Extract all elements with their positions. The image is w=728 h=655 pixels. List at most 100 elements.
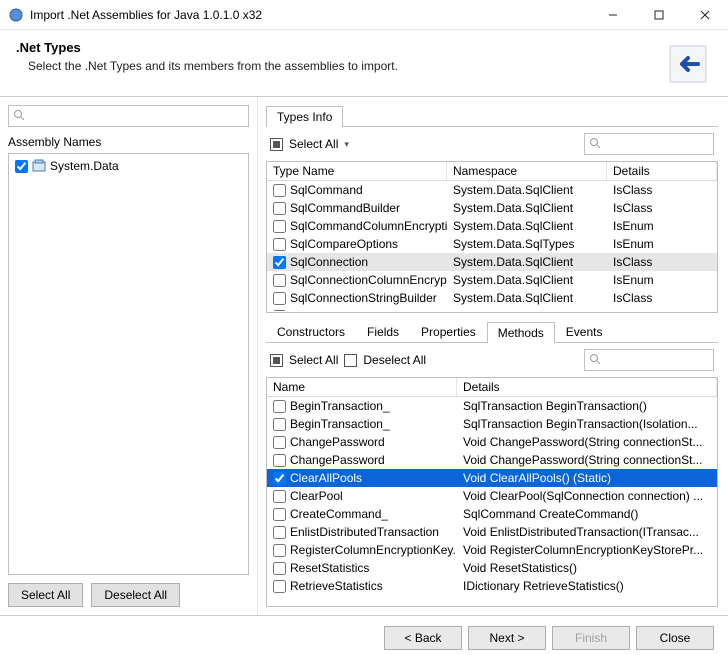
type-name: SqlConnectionStringBuilder: [290, 291, 437, 305]
tab-fields[interactable]: Fields: [356, 321, 410, 342]
type-name: SqlCompareOptions: [290, 237, 398, 251]
assemblies-select-all-button[interactable]: Select All: [8, 583, 83, 607]
type-row[interactable]: SqlCommandBuilderSystem.Data.SqlClientIs…: [267, 199, 717, 217]
member-details: Void ResetStatistics(): [457, 559, 717, 577]
member-row[interactable]: CreateCommand_SqlCommand CreateCommand(): [267, 505, 717, 523]
search-icon: [13, 109, 25, 121]
types-grid-body[interactable]: SqlCommandSystem.Data.SqlClientIsClassSq…: [267, 181, 717, 311]
page-subtitle: Select the .Net Types and its members fr…: [28, 59, 664, 73]
member-name: EnlistDistributedTransaction: [290, 525, 439, 539]
member-checkbox[interactable]: [273, 400, 286, 413]
search-icon: [589, 353, 601, 365]
member-row[interactable]: BeginTransaction_SqlTransaction BeginTra…: [267, 415, 717, 433]
member-details: SqlTransaction BeginTransaction(Isolatio…: [457, 415, 717, 433]
member-row[interactable]: ClearAllPoolsVoid ClearAllPools() (Stati…: [267, 469, 717, 487]
type-namespace: System.Data.SqlClient: [447, 289, 607, 307]
members-select-all-toggle[interactable]: [270, 354, 283, 367]
type-checkbox[interactable]: [273, 256, 286, 269]
type-checkbox[interactable]: [273, 184, 286, 197]
type-row[interactable]: SqlCompareOptionsSystem.Data.SqlTypesIsE…: [267, 235, 717, 253]
assembly-item[interactable]: System.Data: [13, 158, 244, 174]
type-row[interactable]: SqlConnectionColumnEncrypti...System.Dat…: [267, 271, 717, 289]
type-checkbox[interactable]: [273, 274, 286, 287]
members-col-details[interactable]: Details: [457, 378, 717, 396]
member-checkbox[interactable]: [273, 508, 286, 521]
maximize-button[interactable]: [636, 0, 682, 30]
tab-constructors[interactable]: Constructors: [266, 321, 356, 342]
member-details: Void ChangePassword(String connectionSt.…: [457, 451, 717, 469]
members-search-input[interactable]: [589, 352, 709, 368]
back-button[interactable]: < Back: [384, 626, 462, 650]
type-checkbox[interactable]: [273, 202, 286, 215]
tab-properties[interactable]: Properties: [410, 321, 487, 342]
members-deselect-all-toggle[interactable]: [344, 354, 357, 367]
member-row[interactable]: ChangePasswordVoid ChangePassword(String…: [267, 433, 717, 451]
member-checkbox[interactable]: [273, 580, 286, 593]
type-details: IsEnum: [607, 235, 717, 253]
type-row[interactable]: SqlCommandSystem.Data.SqlClientIsClass: [267, 181, 717, 199]
member-row[interactable]: ResetStatisticsVoid ResetStatistics(): [267, 559, 717, 577]
search-icon: [589, 137, 601, 149]
type-row[interactable]: SqlCommandColumnEncryptio...System.Data.…: [267, 217, 717, 235]
window-title: Import .Net Assemblies for Java 1.0.1.0 …: [30, 8, 590, 22]
assemblies-search[interactable]: [8, 105, 249, 127]
assemblies-label: Assembly Names: [8, 135, 249, 149]
types-search-input[interactable]: [589, 136, 709, 152]
member-row[interactable]: EnlistDistributedTransactionVoid EnlistD…: [267, 523, 717, 541]
next-button[interactable]: Next >: [468, 626, 546, 650]
types-search[interactable]: [584, 133, 714, 155]
member-row[interactable]: BeginTransaction_SqlTransaction BeginTra…: [267, 397, 717, 415]
type-checkbox[interactable]: [273, 220, 286, 233]
members-col-name[interactable]: Name: [267, 378, 457, 396]
tab-types-info[interactable]: Types Info: [266, 106, 343, 127]
member-checkbox[interactable]: [273, 436, 286, 449]
member-name: RegisterColumnEncryptionKey...: [290, 543, 457, 557]
member-checkbox[interactable]: [273, 418, 286, 431]
members-grid-body[interactable]: BeginTransaction_SqlTransaction BeginTra…: [267, 397, 717, 606]
types-toolbar: Select All ▾: [266, 127, 718, 161]
member-checkbox[interactable]: [273, 490, 286, 503]
type-namespace: System.Data.SqlClient: [447, 217, 607, 235]
types-col-name[interactable]: Type Name: [267, 162, 447, 180]
page-title: .Net Types: [16, 40, 664, 55]
assemblies-deselect-all-button[interactable]: Deselect All: [91, 583, 180, 607]
member-name: RetrieveStatistics: [290, 579, 383, 593]
assemblies-tree[interactable]: System.Data: [8, 153, 249, 575]
members-search[interactable]: [584, 349, 714, 371]
type-checkbox[interactable]: [273, 292, 286, 305]
types-select-all-toggle[interactable]: [270, 138, 283, 151]
assembly-checkbox[interactable]: [15, 160, 28, 173]
member-row[interactable]: RegisterColumnEncryptionKey...Void Regis…: [267, 541, 717, 559]
tab-events[interactable]: Events: [555, 321, 614, 342]
wizard-footer: < Back Next > Finish Close: [0, 615, 728, 655]
member-details: SqlTransaction BeginTransaction(): [457, 397, 717, 415]
type-row[interactable]: SqlConnectionStringBuilder System.Data.Sq…: [267, 289, 717, 307]
types-col-namespace[interactable]: Namespace: [447, 162, 607, 180]
member-checkbox[interactable]: [273, 544, 286, 557]
member-checkbox[interactable]: [273, 454, 286, 467]
type-details: IsClass: [607, 253, 717, 271]
member-checkbox[interactable]: [273, 472, 286, 485]
tab-methods[interactable]: Methods: [487, 322, 555, 343]
assembly-icon: [32, 159, 46, 173]
member-checkbox[interactable]: [273, 526, 286, 539]
member-row[interactable]: ChangePasswordVoid ChangePassword(String…: [267, 451, 717, 469]
member-row[interactable]: RetrieveStatistics IDictionary RetrieveSt…: [267, 577, 717, 595]
dropdown-caret-icon[interactable]: ▾: [344, 139, 349, 150]
type-row[interactable]: SqlConnectionSystem.Data.SqlClientIsClas…: [267, 253, 717, 271]
member-details: IDictionary RetrieveStatistics(): [457, 577, 717, 595]
type-checkbox[interactable]: [273, 238, 286, 251]
assemblies-search-input[interactable]: [13, 108, 244, 124]
type-namespace: System.Data.SqlClient: [447, 181, 607, 199]
app-icon: [8, 7, 24, 23]
types-col-details[interactable]: Details: [607, 162, 717, 180]
type-row[interactable]: SqlContextMicrosoft.SqlServer.ServerIsCl…: [267, 307, 717, 311]
type-namespace: System.Data.SqlClient: [447, 271, 607, 289]
member-checkbox[interactable]: [273, 562, 286, 575]
close-window-button[interactable]: [682, 0, 728, 30]
close-button[interactable]: Close: [636, 626, 714, 650]
type-checkbox[interactable]: [273, 310, 286, 312]
type-name: SqlConnectionColumnEncrypti...: [290, 273, 447, 287]
member-row[interactable]: ClearPoolVoid ClearPool(SqlConnection co…: [267, 487, 717, 505]
minimize-button[interactable]: [590, 0, 636, 30]
